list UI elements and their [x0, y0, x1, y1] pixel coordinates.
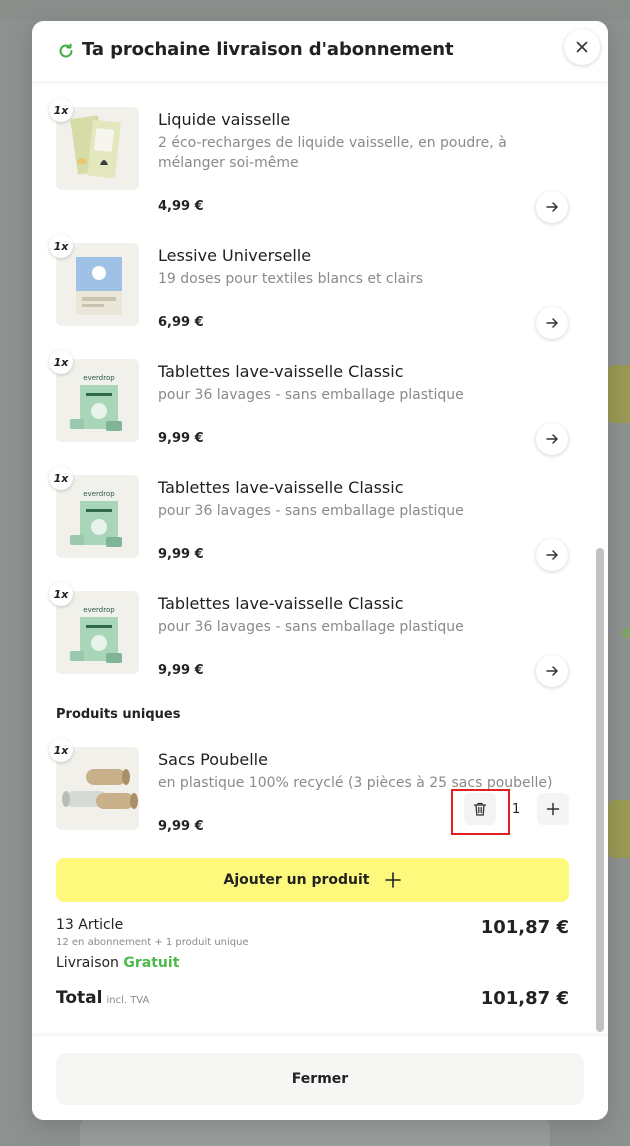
product-description: en plastique 100% recyclé (3 pièces à 25… [158, 775, 553, 791]
article-breakdown: 12 en abonnement + 1 produit unique [56, 937, 249, 948]
modal-footer: Fermer [32, 1036, 608, 1120]
svg-text:everdrop: everdrop [83, 374, 115, 382]
product-image [56, 107, 139, 190]
arrow-right-icon [546, 318, 558, 328]
product-price: 9,99 € [158, 547, 204, 562]
product-image: everdrop [56, 359, 139, 442]
product-name: Tablettes lave-vaisselle Classic [158, 362, 404, 381]
product-image: everdrop [56, 591, 139, 674]
quantity-value: 1 [512, 802, 521, 817]
arrow-right-icon [546, 666, 558, 676]
add-product-button[interactable]: Ajouter un produit [56, 858, 569, 902]
delivery-label: Livraison [56, 955, 119, 971]
list-item: 1x everdrop Tablettes lave-vaisselle Cla… [32, 466, 608, 571]
product-description: pour 36 lavages - sans emballage plastiq… [158, 387, 464, 403]
plus-icon [546, 802, 560, 816]
arrow-right-icon [546, 434, 558, 444]
modal-header: Ta prochaine livraison d'abonnement [32, 21, 608, 81]
product-price: 6,99 € [158, 315, 204, 330]
list-item: 1x Lessive Universelle 19 doses pour tex… [32, 234, 608, 339]
total-amount: 101,87 € [480, 988, 569, 1009]
product-name: Tablettes lave-vaisselle Classic [158, 478, 404, 497]
quantity-badge: 1x [49, 350, 73, 374]
product-price: 9,99 € [158, 431, 204, 446]
list-item: 1x Sacs Poubelle en plastique 100% recyc… [32, 738, 608, 843]
subtotal-amount: 101,87 € [480, 917, 569, 938]
add-product-label: Ajouter un produit [223, 872, 370, 888]
product-price: 9,99 € [158, 663, 204, 678]
product-price: 4,99 € [158, 199, 204, 214]
backdrop-yellow-tab [608, 800, 630, 858]
scrollbar-thumb[interactable] [596, 548, 604, 1032]
total-line: Total incl. TVA [56, 988, 149, 1008]
article-count: 13 Article [56, 917, 124, 933]
delete-button[interactable] [464, 793, 496, 825]
backdrop-top-strip [0, 0, 630, 20]
quantity-badge: 1x [49, 582, 73, 606]
arrow-right-icon [546, 202, 558, 212]
product-image [56, 243, 139, 326]
plus-icon [384, 872, 401, 888]
arrow-right-icon [546, 550, 558, 560]
quantity-badge: 1x [49, 98, 73, 122]
product-name: Lessive Universelle [158, 246, 312, 265]
product-description: 19 doses pour textiles blancs et clairs [158, 271, 423, 287]
close-modal-button[interactable]: Fermer [56, 1053, 584, 1105]
product-detail-button[interactable] [536, 307, 568, 339]
svg-text:everdrop: everdrop [83, 490, 115, 498]
product-name: Sacs Poubelle [158, 750, 268, 769]
refresh-icon [59, 43, 73, 58]
list-item: 1x Liquide vaisselle 2 éco-recharges de … [32, 98, 608, 223]
trash-icon [473, 802, 487, 816]
quantity-badge: 1x [49, 234, 73, 258]
product-image [56, 747, 139, 830]
subscription-modal: Ta prochaine livraison d'abonnement 1x L… [32, 21, 608, 1120]
backdrop-yellow-tab [608, 365, 630, 423]
svg-text:everdrop: everdrop [83, 606, 115, 614]
quantity-badge: 1x [49, 466, 73, 490]
product-description: 2 éco-recharges de liquide vaisselle, en… [158, 135, 507, 171]
total-label: Total [56, 988, 103, 1008]
product-detail-button[interactable] [536, 539, 568, 571]
product-description: pour 36 lavages - sans emballage plastiq… [158, 503, 464, 519]
delivery-line: Livraison Gratuit [56, 955, 179, 971]
modal-title: Ta prochaine livraison d'abonnement [82, 39, 454, 60]
close-button[interactable] [564, 29, 600, 65]
delivery-value: Gratuit [123, 955, 180, 971]
list-item: 1x everdrop Tablettes lave-vaisselle Cla… [32, 582, 608, 687]
product-name: Liquide vaisselle [158, 110, 291, 129]
product-detail-button[interactable] [536, 191, 568, 223]
quantity-badge: 1x [49, 738, 73, 762]
total-tva-note: incl. TVA [106, 995, 150, 1006]
backdrop-green-marker [622, 628, 630, 638]
section-title-unique-products: Produits uniques [56, 707, 181, 722]
product-image: everdrop [56, 475, 139, 558]
close-icon [576, 41, 588, 53]
backdrop-bottom-card [80, 1118, 550, 1146]
product-detail-button[interactable] [536, 655, 568, 687]
increase-quantity-button[interactable] [537, 793, 569, 825]
product-name: Tablettes lave-vaisselle Classic [158, 594, 404, 613]
product-detail-button[interactable] [536, 423, 568, 455]
product-price: 9,99 € [158, 819, 204, 834]
list-item: 1x everdrop Tablettes lave-vaisselle Cla… [32, 350, 608, 455]
product-description: pour 36 lavages - sans emballage plastiq… [158, 619, 464, 635]
